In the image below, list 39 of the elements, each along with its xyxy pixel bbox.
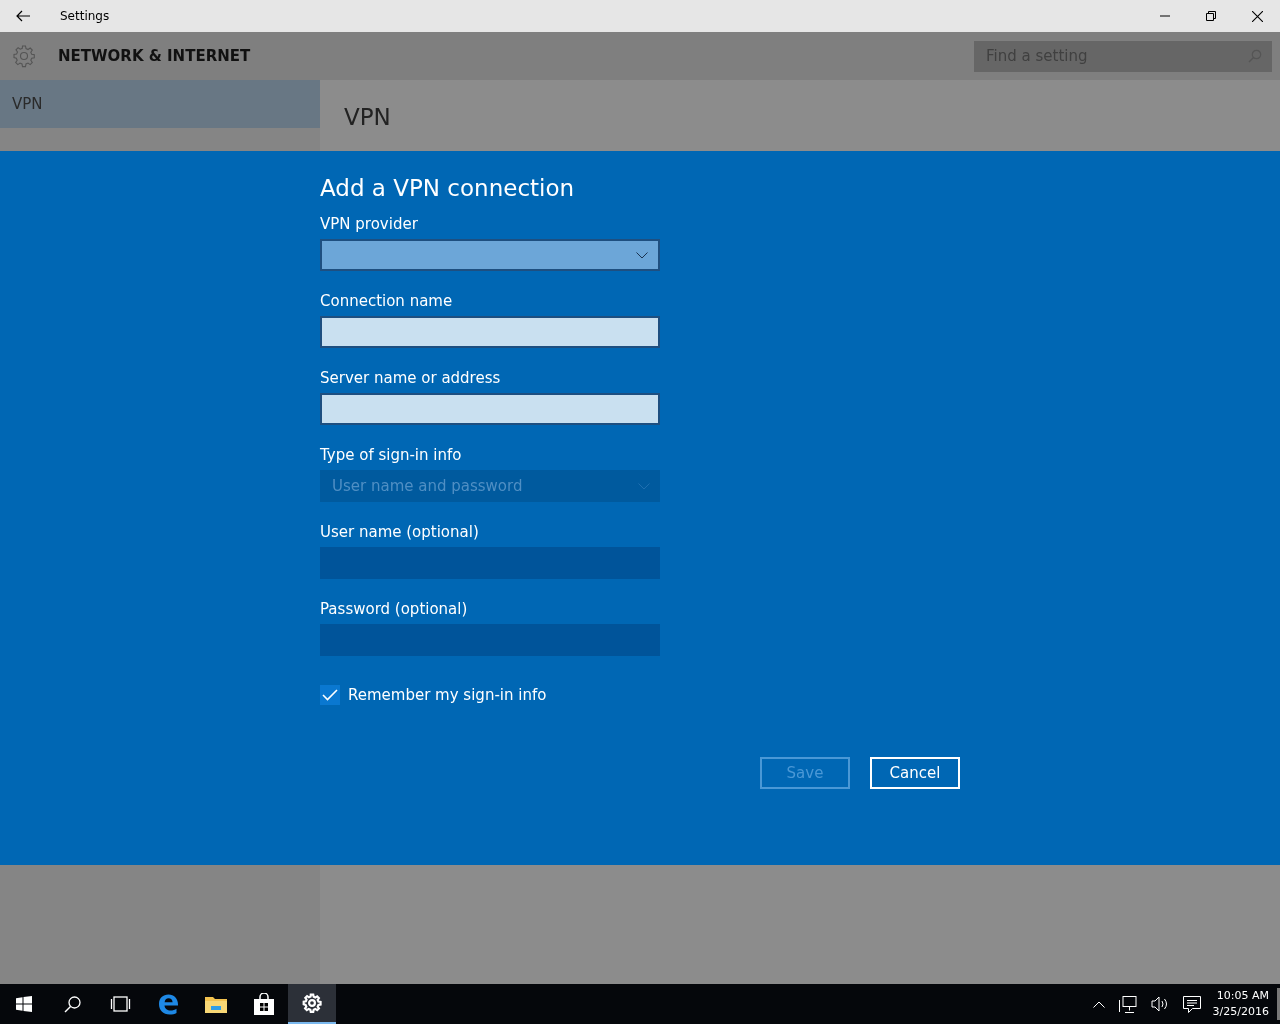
- field-label: Password (optional): [320, 600, 469, 618]
- gear-icon: [12, 44, 36, 68]
- checkmark-icon: [322, 689, 338, 701]
- shopping-bag-icon: [254, 993, 274, 1015]
- windows-logo-icon: [16, 996, 32, 1012]
- dropdown[interactable]: [320, 239, 660, 271]
- field-label: VPN provider: [320, 215, 419, 233]
- field-label: User name (optional): [320, 523, 480, 541]
- page-title: VPN: [344, 104, 392, 130]
- window-title: Settings: [60, 9, 110, 23]
- chevron-up-icon[interactable]: [1092, 1000, 1105, 1008]
- checkbox-label: Remember my sign-in info: [348, 686, 547, 704]
- network-icon[interactable]: [1118, 995, 1137, 1013]
- search-icon: [63, 995, 81, 1013]
- input-field[interactable]: [320, 316, 660, 348]
- input-field[interactable]: [320, 393, 660, 425]
- close-icon: [1251, 10, 1263, 22]
- clock-date: 3/25/2016: [1212, 1004, 1269, 1020]
- sidebar-item[interactable]: VPN: [0, 80, 320, 128]
- back-arrow-icon: [16, 10, 30, 22]
- task-view-icon: [109, 996, 131, 1012]
- gear-icon: [302, 993, 322, 1013]
- speaker-icon[interactable]: [1150, 996, 1169, 1012]
- dialog-button[interactable]: Cancel: [870, 757, 960, 789]
- checkbox[interactable]: [320, 685, 340, 705]
- message-icon[interactable]: [1182, 995, 1201, 1013]
- chevron-down-icon: [636, 251, 648, 259]
- restore-icon: [1206, 11, 1216, 21]
- clock-time: 10:05 AM: [1216, 988, 1269, 1004]
- folder-icon: [205, 995, 227, 1013]
- field-label: Connection name: [320, 292, 454, 310]
- field-label: Type of sign-in info: [320, 446, 463, 464]
- chevron-down-icon: [638, 482, 650, 490]
- section-title: NETWORK & INTERNET: [58, 47, 252, 65]
- minimize-icon: [1160, 15, 1170, 17]
- field-label: Server name or address: [320, 369, 502, 387]
- dialog-title: Add a VPN connection: [320, 175, 576, 201]
- taskbar-button[interactable]: [288, 984, 336, 1024]
- browser-logo-icon: [157, 993, 179, 1015]
